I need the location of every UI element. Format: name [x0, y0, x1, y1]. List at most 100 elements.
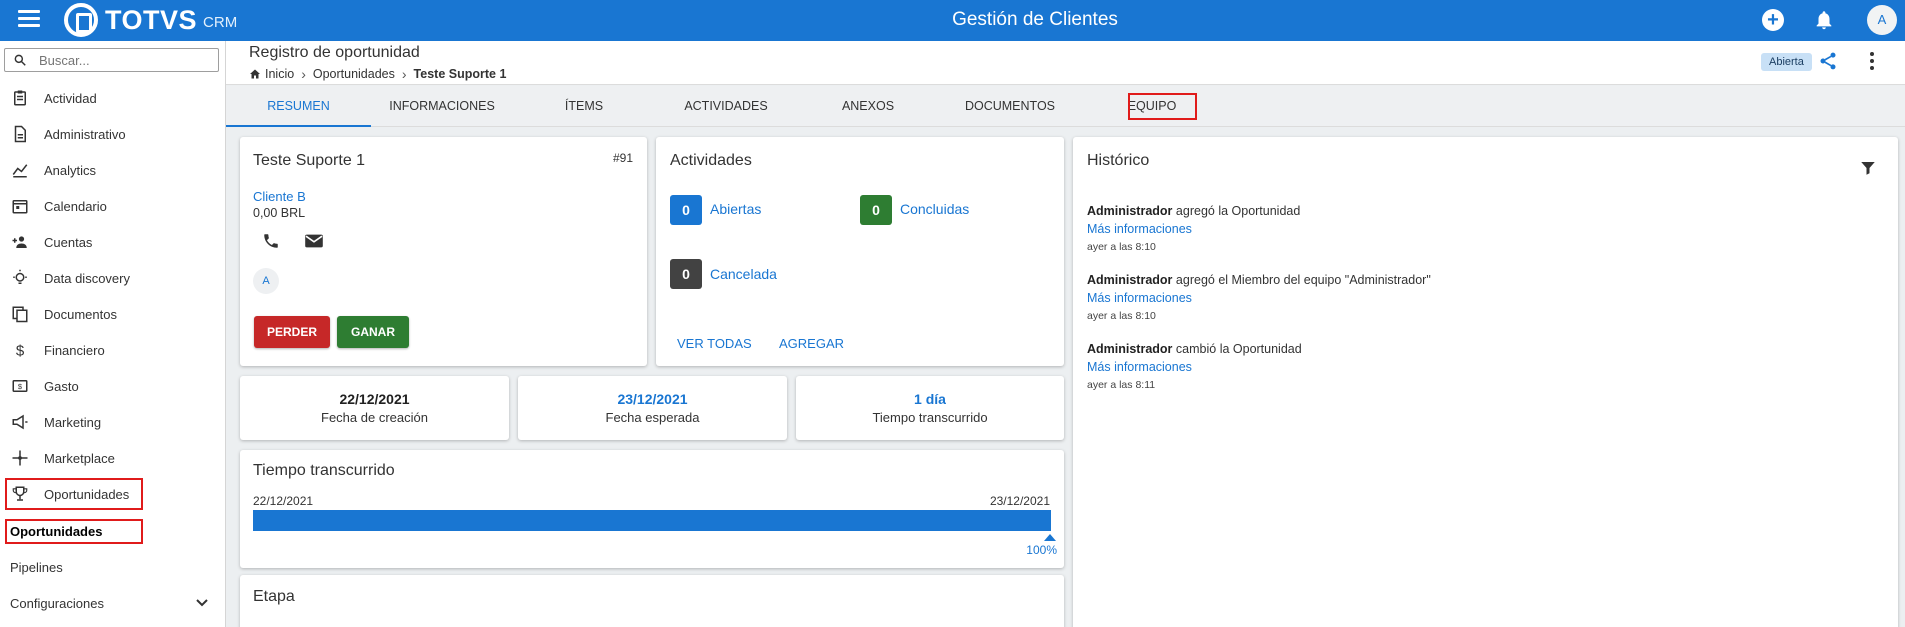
more-info-link[interactable]: Más informaciones	[1087, 222, 1587, 236]
svg-text:$: $	[16, 342, 25, 359]
tab-anexos[interactable]: Anexos	[797, 86, 939, 127]
sidebar-item-financiero[interactable]: $ Financiero	[0, 332, 226, 368]
elapsed-days-card: 1 día Tiempo transcurrido	[796, 376, 1064, 440]
people-icon	[12, 236, 27, 248]
tab-documentos[interactable]: Documentos	[939, 86, 1081, 127]
home-icon	[250, 69, 260, 79]
open-count-badge: 0	[670, 195, 702, 225]
elapsed-days-label: Tiempo transcurrido	[872, 410, 988, 425]
more-info-link[interactable]: Más informaciones	[1087, 291, 1587, 305]
sidebar-item-marketing[interactable]: Marketing	[0, 404, 226, 440]
page-header: Registro de oportunidad Inicio › Oportun…	[226, 41, 1905, 85]
history-actor: Administrador	[1087, 273, 1173, 287]
tab-bar: Resumen Informaciones Ítems Actividades …	[226, 86, 1905, 127]
open-activities-link[interactable]: Abiertas	[710, 201, 761, 217]
elapsed-progress-label: 100%	[1026, 543, 1057, 557]
sidebar-item-label: Marketplace	[44, 450, 115, 466]
sidebar-subitem-oportunidades[interactable]: Oportunidades	[0, 516, 226, 546]
tab-actividades[interactable]: Actividades	[655, 86, 797, 127]
client-link[interactable]: Cliente B	[253, 189, 306, 204]
history-entry: Administrador cambió la Oportunidad Más …	[1087, 342, 1587, 391]
activities-title: Actividades	[670, 152, 752, 169]
history-text: Administrador agregó la Oportunidad	[1087, 204, 1587, 218]
elapsed-progress-track	[253, 510, 1051, 531]
history-timestamp: ayer a las 8:10	[1087, 241, 1156, 253]
history-timestamp: ayer a las 8:10	[1087, 310, 1156, 322]
sidebar-item-administrativo[interactable]: Administrativo	[0, 116, 226, 152]
history-entry: Administrador agregó el Miembro del equi…	[1087, 273, 1587, 322]
tab-informaciones[interactable]: Informaciones	[371, 86, 513, 127]
sidebar-item-marketplace[interactable]: Marketplace	[0, 440, 226, 476]
elapsed-days-value: 1 día	[914, 391, 946, 407]
elapsed-time-title: Tiempo transcurrido	[253, 462, 395, 479]
win-button[interactable]: GANAR	[337, 316, 409, 348]
user-avatar[interactable]: A	[1867, 5, 1897, 35]
history-title: Histórico	[1087, 152, 1150, 169]
sidebar-subitem-configuraciones[interactable]: Configuraciones	[0, 588, 226, 618]
search-icon	[14, 54, 26, 66]
sidebar-item-documentos[interactable]: Documentos	[0, 296, 226, 332]
move-icon	[12, 450, 28, 466]
receipt-icon: $	[12, 380, 28, 392]
sidebar-item-actividad[interactable]: Actividad	[0, 80, 226, 116]
owner-avatar[interactable]: A	[253, 268, 279, 294]
more-vertical-icon[interactable]	[1868, 51, 1876, 71]
history-text: Administrador cambió la Oportunidad	[1087, 342, 1587, 356]
breadcrumb-oportunidades[interactable]: Oportunidades	[313, 67, 395, 81]
sidebar-subitem-label: Pipelines	[10, 559, 63, 575]
page-title: Registro de oportunidad	[249, 44, 420, 61]
opportunity-number: #91	[612, 151, 633, 165]
dollar-icon: $	[16, 342, 25, 359]
sidebar-item-label: Analytics	[44, 162, 97, 178]
svg-text:$: $	[18, 382, 23, 391]
chevron-down-icon[interactable]	[196, 598, 208, 608]
sidebar-item-gasto[interactable]: $ Gasto	[0, 368, 226, 404]
document-icon	[14, 125, 26, 143]
search-input[interactable]: Buscar...	[4, 48, 219, 72]
sidebar-item-label: Administrativo	[44, 126, 126, 142]
status-badge: Abierta	[1761, 53, 1812, 71]
tab-equipo[interactable]: Equipo	[1081, 86, 1223, 127]
chevron-right-icon: ›	[301, 66, 306, 82]
opportunity-amount: 0,00 BRL	[253, 206, 306, 220]
breadcrumb-home[interactable]: Inicio	[265, 67, 294, 81]
cancelled-activities-link[interactable]: Cancelada	[710, 266, 777, 282]
sidebar-item-label: Oportunidades	[44, 486, 130, 502]
chevron-right-icon: ›	[401, 66, 407, 82]
stage-title: Etapa	[253, 588, 295, 605]
chart-icon	[12, 164, 28, 178]
opportunity-card: Teste Suporte 1 #91 Cliente B 0,00 BRL A…	[240, 137, 647, 366]
sidebar-item-analytics[interactable]: Analytics	[0, 152, 226, 188]
breadcrumb-current: Teste Suporte 1	[413, 67, 507, 81]
sidebar-item-calendario[interactable]: Calendario	[0, 188, 226, 224]
tab-items[interactable]: Ítems	[513, 86, 655, 127]
mail-icon[interactable]	[304, 233, 324, 249]
sidebar-item-label: Gasto	[44, 378, 79, 394]
add-activity-button[interactable]: Agregar	[779, 336, 844, 351]
lose-button[interactable]: PERDER	[254, 316, 330, 348]
history-action: cambió la Oportunidad	[1175, 342, 1302, 356]
add-icon[interactable]: +	[1762, 9, 1784, 31]
filter-icon[interactable]	[1859, 159, 1877, 177]
sidebar-item-oportunidades[interactable]: Oportunidades	[0, 476, 226, 512]
trophy-icon	[12, 486, 28, 501]
share-icon[interactable]	[1818, 51, 1838, 71]
sidebar-item-label: Calendario	[44, 198, 107, 214]
cancelled-count-badge: 0	[670, 259, 702, 289]
done-activities-link[interactable]: Concluidas	[900, 201, 969, 217]
view-all-button[interactable]: Ver todas	[677, 336, 752, 351]
history-entry: Administrador agregó la Oportunidad Más …	[1087, 204, 1587, 253]
expected-date-label: Fecha esperada	[605, 410, 700, 425]
bell-icon[interactable]	[1813, 9, 1835, 31]
tab-resumen[interactable]: Resumen	[226, 86, 371, 127]
sidebar-item-data-discovery[interactable]: Data discovery	[0, 260, 226, 296]
breadcrumb: Inicio › Oportunidades › Teste Suporte 1	[249, 66, 506, 82]
more-info-link[interactable]: Más informaciones	[1087, 360, 1587, 374]
sidebar-subitem-label: Oportunidades	[10, 523, 103, 539]
sidebar-item-label: Financiero	[44, 342, 105, 358]
sidebar-item-cuentas[interactable]: Cuentas	[0, 224, 226, 260]
elapsed-time-card: Tiempo transcurrido 22/12/2021 23/12/202…	[240, 450, 1064, 568]
done-count-badge: 0	[860, 195, 892, 225]
phone-icon[interactable]	[262, 232, 280, 250]
sidebar-subitem-pipelines[interactable]: Pipelines	[0, 552, 226, 582]
